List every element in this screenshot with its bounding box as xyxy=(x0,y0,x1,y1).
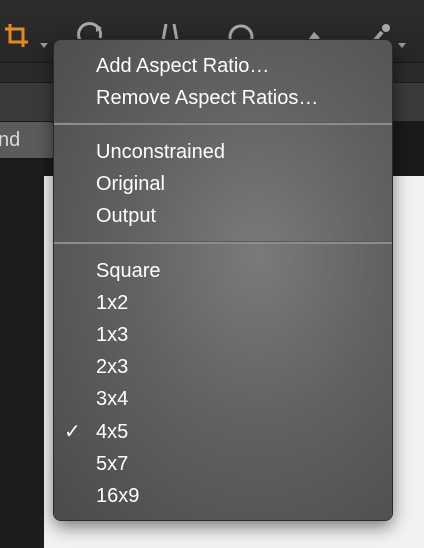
menu-item-label: 5x7 xyxy=(96,453,129,475)
menu-item-output[interactable]: Output xyxy=(54,202,392,230)
menu-separator xyxy=(54,241,392,244)
menu-item-5x7[interactable]: 5x7 xyxy=(54,450,392,478)
menu-item-1x2[interactable]: 1x2 xyxy=(54,289,392,317)
menu-item-label: 1x2 xyxy=(96,292,129,314)
menu-item-2x3[interactable]: 2x3 xyxy=(54,353,392,381)
menu-item-label: 4x5 xyxy=(96,421,129,443)
menu-item-add-aspect-ratio[interactable]: Add Aspect Ratio… xyxy=(54,52,392,80)
menu-item-4x5[interactable]: ✓ 4x5 xyxy=(54,418,392,446)
menu-item-1x3[interactable]: 1x3 xyxy=(54,321,392,349)
aspect-ratio-menu: Add Aspect Ratio… Remove Aspect Ratios… … xyxy=(54,40,392,520)
menu-item-label: 1x3 xyxy=(96,324,129,346)
menu-item-unconstrained[interactable]: Unconstrained xyxy=(54,138,392,166)
side-panel xyxy=(0,160,44,548)
menu-item-label: Add Aspect Ratio… xyxy=(96,55,270,77)
crop-dropdown-caret[interactable] xyxy=(40,43,48,48)
menu-item-3x4[interactable]: 3x4 xyxy=(54,385,392,413)
menu-item-label: Original xyxy=(96,173,165,195)
app-window: nd Add Aspect Ratio… Remove Aspect Ratio… xyxy=(0,0,424,548)
menu-item-label: Output xyxy=(96,205,157,227)
menu-item-label: 3x4 xyxy=(96,388,129,410)
partial-text-field[interactable]: nd xyxy=(0,122,56,158)
menu-item-square[interactable]: Square xyxy=(54,257,392,285)
menu-item-label: Unconstrained xyxy=(96,141,225,163)
menu-item-label: Square xyxy=(96,260,161,282)
partial-field-text: nd xyxy=(0,129,21,151)
eyedropper-dropdown-caret[interactable] xyxy=(398,43,406,48)
menu-item-remove-aspect-ratios[interactable]: Remove Aspect Ratios… xyxy=(54,84,392,112)
menu-item-16x9[interactable]: 16x9 xyxy=(54,482,392,510)
menu-item-original[interactable]: Original xyxy=(54,170,392,198)
menu-item-label: Remove Aspect Ratios… xyxy=(96,87,319,109)
menu-item-label: 2x3 xyxy=(96,356,129,378)
checkmark-icon: ✓ xyxy=(64,421,81,443)
menu-item-label: 16x9 xyxy=(96,485,140,507)
crop-icon[interactable] xyxy=(2,20,32,50)
menu-separator xyxy=(54,122,392,125)
